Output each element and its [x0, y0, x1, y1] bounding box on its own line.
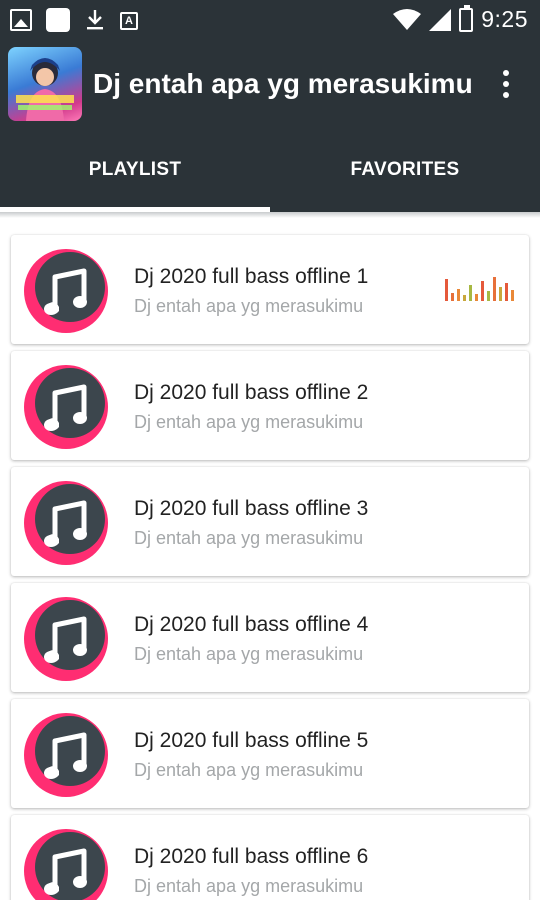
track-subtitle: Dj entah apa yg merasukimu — [134, 644, 364, 664]
app-bar: Dj entah apa yg merasukimu — [0, 40, 540, 130]
track-title: Dj 2020 full bass offline 6 — [134, 845, 369, 868]
signal-icon — [429, 8, 452, 31]
status-time: 9:25 — [481, 6, 528, 32]
tab-shadow — [0, 212, 540, 218]
square-icon — [46, 8, 70, 32]
image-icon — [10, 9, 32, 31]
list-item[interactable]: Dj 2020 full bass offline 2 Dj entah apa… — [11, 351, 529, 460]
music-note-icon — [24, 365, 108, 449]
list-item[interactable]: Dj 2020 full bass offline 6 Dj entah apa… — [11, 815, 529, 900]
music-note-icon — [24, 597, 108, 681]
wifi-icon — [393, 8, 422, 30]
app-logo — [8, 47, 82, 121]
track-title: Dj 2020 full bass offline 1 — [134, 265, 369, 288]
track-subtitle: Dj entah apa yg merasukimu — [134, 528, 364, 548]
music-note-icon — [24, 713, 108, 797]
more-vert-icon[interactable] — [492, 64, 520, 104]
list-item[interactable]: Dj 2020 full bass offline 5 Dj entah apa… — [11, 699, 529, 808]
music-note-icon — [24, 481, 108, 565]
tab-playlist-label: PLAYLIST — [88, 159, 182, 180]
tab-favorites[interactable]: FAVORITES — [270, 130, 540, 212]
download-icon — [84, 9, 106, 31]
list-item[interactable]: Dj 2020 full bass offline 3 Dj entah apa… — [11, 467, 529, 576]
battery-icon — [459, 4, 474, 32]
track-subtitle: Dj entah apa yg merasukimu — [134, 296, 364, 316]
track-subtitle: Dj entah apa yg merasukimu — [134, 412, 364, 432]
track-subtitle: Dj entah apa yg merasukimu — [134, 760, 364, 780]
status-bar: A 9:25 — [0, 0, 540, 40]
a-icon: A — [120, 12, 138, 30]
track-title: Dj 2020 full bass offline 2 — [134, 381, 369, 404]
app-title: Dj entah apa yg merasukimu — [93, 68, 473, 99]
equalizer-icon — [445, 277, 514, 301]
tab-favorites-label: FAVORITES — [350, 159, 460, 180]
music-note-icon — [24, 249, 108, 333]
list-item[interactable]: Dj 2020 full bass offline 1 Dj entah apa… — [11, 235, 529, 344]
track-title: Dj 2020 full bass offline 3 — [134, 497, 369, 520]
playlist: Dj 2020 full bass offline 1 Dj entah apa… — [11, 235, 529, 900]
list-item[interactable]: Dj 2020 full bass offline 4 Dj entah apa… — [11, 583, 529, 692]
music-note-icon — [24, 829, 108, 900]
track-subtitle: Dj entah apa yg merasukimu — [134, 876, 364, 896]
track-title: Dj 2020 full bass offline 4 — [134, 613, 369, 636]
track-title: Dj 2020 full bass offline 5 — [134, 729, 369, 752]
tab-playlist[interactable]: PLAYLIST — [0, 130, 270, 212]
tab-bar: PLAYLIST FAVORITES — [0, 130, 540, 212]
